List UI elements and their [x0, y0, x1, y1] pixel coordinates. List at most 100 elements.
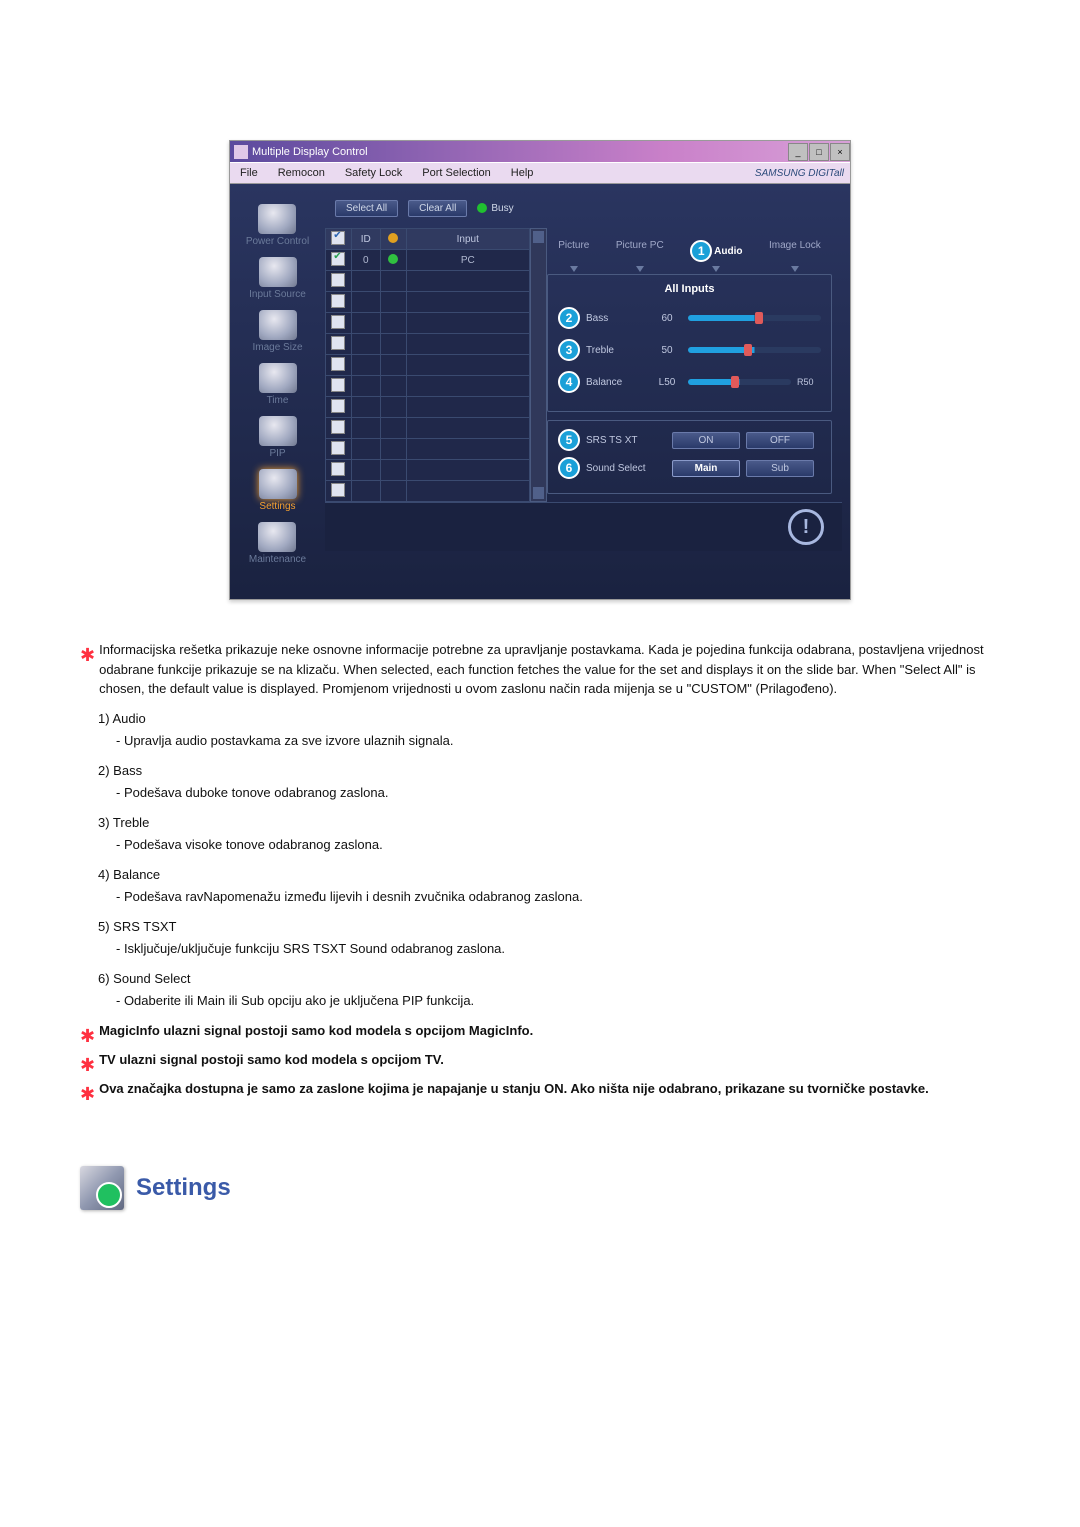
note-2: TV ulazni signal postoji samo kod modela…	[99, 1050, 1000, 1070]
treble-slider[interactable]	[688, 347, 821, 353]
table-row[interactable]	[326, 376, 530, 397]
power-icon	[258, 204, 296, 234]
table-row[interactable]	[326, 397, 530, 418]
item-4-heading: 4) Balance	[80, 865, 1000, 885]
display-grid: ID Input 0 PC	[325, 228, 530, 502]
sound-select-label: Sound Select	[586, 463, 666, 474]
settings-icon	[259, 469, 297, 499]
close-button[interactable]: ×	[830, 143, 850, 161]
srs-off-button[interactable]: OFF	[746, 432, 814, 449]
balance-l: L50	[652, 377, 682, 388]
select-all-button[interactable]: Select All	[335, 200, 398, 217]
bass-value: 60	[652, 313, 682, 324]
treble-label: Treble	[586, 345, 646, 356]
audio-panel: Picture Picture PC 1Audio Image Lock All…	[547, 228, 842, 502]
vertical-scrollbar[interactable]	[530, 228, 547, 502]
star-icon	[80, 1081, 95, 1108]
bass-label: Bass	[586, 313, 646, 324]
status-bar: !	[325, 502, 842, 551]
treble-value: 50	[652, 345, 682, 356]
sound-main-button[interactable]: Main	[672, 460, 740, 477]
srs-row: 5 SRS TS XT ON OFF	[558, 429, 821, 451]
sidebar-item-pip[interactable]: PIP	[259, 416, 297, 459]
busy-indicator: Busy	[477, 203, 513, 214]
document-body: Informacijska rešetka prikazuje neke osn…	[80, 640, 1000, 1210]
table-row[interactable]	[326, 418, 530, 439]
brand-label: SAMSUNG DIGITall	[745, 168, 850, 179]
item-6-heading: 6) Sound Select	[80, 969, 1000, 989]
table-row[interactable]	[326, 481, 530, 502]
tab-strip: Picture Picture PC 1Audio Image Lock	[547, 238, 832, 264]
callout-2: 2	[558, 307, 580, 329]
item-1-heading: 1) Audio	[80, 709, 1000, 729]
sidebar-item-time[interactable]: Time	[259, 363, 297, 406]
tab-audio[interactable]: 1Audio	[686, 238, 746, 264]
busy-dot-icon	[477, 203, 487, 213]
sidebar-item-image-size[interactable]: Image Size	[252, 310, 302, 353]
settings-title: Settings	[136, 1170, 231, 1206]
time-icon	[259, 363, 297, 393]
app-icon	[234, 145, 248, 159]
balance-label: Balance	[586, 377, 646, 388]
table-row[interactable]	[326, 355, 530, 376]
cell-id: 0	[351, 250, 381, 271]
note-3: Ova značajka dostupna je samo za zaslone…	[99, 1079, 1000, 1099]
table-row[interactable]	[326, 292, 530, 313]
grid-area: Select All Clear All Busy ID Input	[325, 184, 850, 599]
col-input: Input	[406, 229, 529, 250]
sidebar-item-input-source[interactable]: Input Source	[249, 257, 306, 300]
minimize-button[interactable]: _	[788, 143, 808, 161]
tab-picture-pc[interactable]: Picture PC	[612, 238, 668, 264]
sidebar-item-power-control[interactable]: Power Control	[246, 204, 309, 247]
info-icon: !	[788, 509, 824, 545]
tab-image-lock[interactable]: Image Lock	[765, 238, 825, 264]
table-row[interactable]	[326, 334, 530, 355]
callout-1: 1	[690, 240, 712, 262]
balance-slider[interactable]	[688, 379, 791, 385]
item-3-heading: 3) Treble	[80, 813, 1000, 833]
item-6-body: - Odaberite ili Main ili Sub opciju ako …	[80, 991, 1000, 1011]
table-row[interactable]	[326, 271, 530, 292]
table-row[interactable]	[326, 439, 530, 460]
treble-row: 3 Treble 50	[558, 339, 821, 361]
table-row[interactable]: 0 PC	[326, 250, 530, 271]
tab-picture[interactable]: Picture	[554, 238, 593, 264]
srs-on-button[interactable]: ON	[672, 432, 740, 449]
sound-sub-button[interactable]: Sub	[746, 460, 814, 477]
sidebar-item-settings[interactable]: Settings	[259, 469, 297, 512]
menu-help[interactable]: Help	[501, 167, 544, 179]
cell-input: PC	[406, 250, 529, 271]
sidebar: Power Control Input Source Image Size Ti…	[230, 184, 325, 599]
menu-port-selection[interactable]: Port Selection	[412, 167, 500, 179]
menu-bar: File Remocon Safety Lock Port Selection …	[230, 162, 850, 184]
all-inputs-label: All Inputs	[558, 283, 821, 295]
bass-row: 2 Bass 60	[558, 307, 821, 329]
item-2-heading: 2) Bass	[80, 761, 1000, 781]
item-4-body: - Podešava ravNapomenažu između lijevih …	[80, 887, 1000, 907]
settings-cube-icon	[80, 1166, 124, 1210]
menu-remocon[interactable]: Remocon	[268, 167, 335, 179]
menu-safety-lock[interactable]: Safety Lock	[335, 167, 412, 179]
item-2-body: - Podešava duboke tonove odabranog zaslo…	[80, 783, 1000, 803]
callout-4: 4	[558, 371, 580, 393]
star-icon	[80, 1052, 95, 1079]
note-1: MagicInfo ulazni signal postoji samo kod…	[99, 1021, 1000, 1041]
image-size-icon	[259, 310, 297, 340]
status-dot-icon	[388, 254, 398, 264]
row-checkbox[interactable]	[331, 252, 345, 266]
settings-heading: Settings	[80, 1166, 1000, 1210]
srs-label: SRS TS XT	[586, 435, 666, 446]
header-checkbox[interactable]	[331, 231, 345, 245]
star-icon	[80, 642, 95, 669]
bass-slider[interactable]	[688, 315, 821, 321]
table-row[interactable]	[326, 460, 530, 481]
item-5-body: - Isključuje/uključuje funkciju SRS TSXT…	[80, 939, 1000, 959]
sidebar-item-maintenance[interactable]: Maintenance	[249, 522, 306, 565]
item-3-body: - Podešava visoke tonove odabranog zaslo…	[80, 835, 1000, 855]
maintenance-icon	[258, 522, 296, 552]
menu-file[interactable]: File	[230, 167, 268, 179]
maximize-button[interactable]: □	[809, 143, 829, 161]
table-row[interactable]	[326, 313, 530, 334]
clear-all-button[interactable]: Clear All	[408, 200, 467, 217]
sound-select-row: 6 Sound Select Main Sub	[558, 457, 821, 479]
